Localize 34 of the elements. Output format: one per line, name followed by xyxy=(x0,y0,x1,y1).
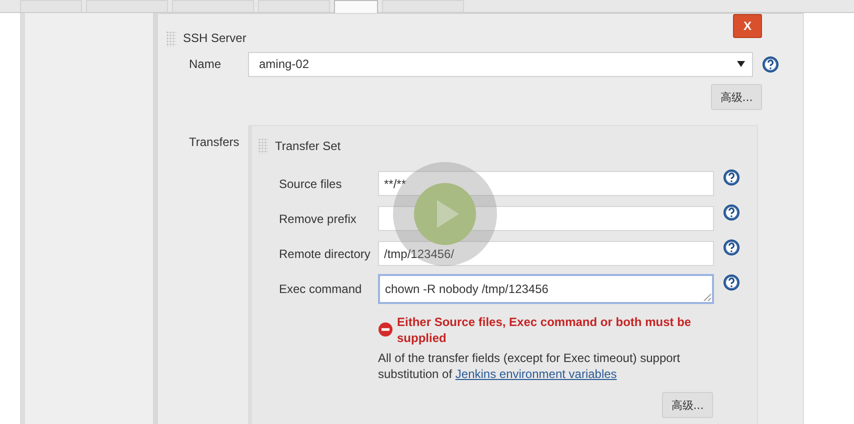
tab[interactable] xyxy=(86,0,168,12)
field-label: Remove prefix xyxy=(278,212,358,226)
help-icon[interactable] xyxy=(723,274,740,291)
help-icon[interactable] xyxy=(723,204,740,221)
resize-handle-icon[interactable] xyxy=(703,292,711,300)
name-dropdown[interactable]: aming-02 xyxy=(248,52,753,76)
help-icon[interactable] xyxy=(762,56,779,72)
field-label: Name xyxy=(188,57,222,71)
section-title: SSH Server xyxy=(183,31,246,45)
field-label: Transfers xyxy=(188,134,240,149)
error-icon xyxy=(378,322,393,337)
delete-button[interactable]: X xyxy=(733,14,762,38)
env-variables-link[interactable]: Jenkins environment variables xyxy=(455,367,617,381)
tab[interactable] xyxy=(382,0,464,12)
field-label: Remote directory xyxy=(278,246,372,260)
help-text: All of the transfer fields (except for Exec timeout) support substitution of Jenkins environment variables xyxy=(378,350,682,382)
exec-command-field[interactable]: chown -R nobody /tmp/123456 xyxy=(378,274,714,304)
field-label: Source files xyxy=(278,176,343,190)
tab[interactable] xyxy=(258,0,330,12)
tab[interactable] xyxy=(334,0,378,13)
help-icon[interactable] xyxy=(723,239,740,256)
text-field[interactable]: /tmp/123456/ xyxy=(378,241,714,266)
tab[interactable] xyxy=(20,0,82,12)
error-message: Either Source files, Exec command or both must be supplied xyxy=(397,314,692,346)
drag-handle-icon[interactable] xyxy=(166,31,176,47)
text-field[interactable]: **/** xyxy=(378,171,714,196)
drag-handle-icon[interactable] xyxy=(258,138,268,154)
dropdown-arrow-icon xyxy=(737,61,745,67)
tab[interactable] xyxy=(172,0,254,12)
help-icon[interactable] xyxy=(723,169,740,186)
section-title: Transfer Set xyxy=(275,139,341,153)
advanced-button[interactable]: 高级... xyxy=(711,84,762,110)
advanced-button[interactable]: 高级... xyxy=(662,392,713,418)
field-label: Exec command xyxy=(278,282,363,296)
